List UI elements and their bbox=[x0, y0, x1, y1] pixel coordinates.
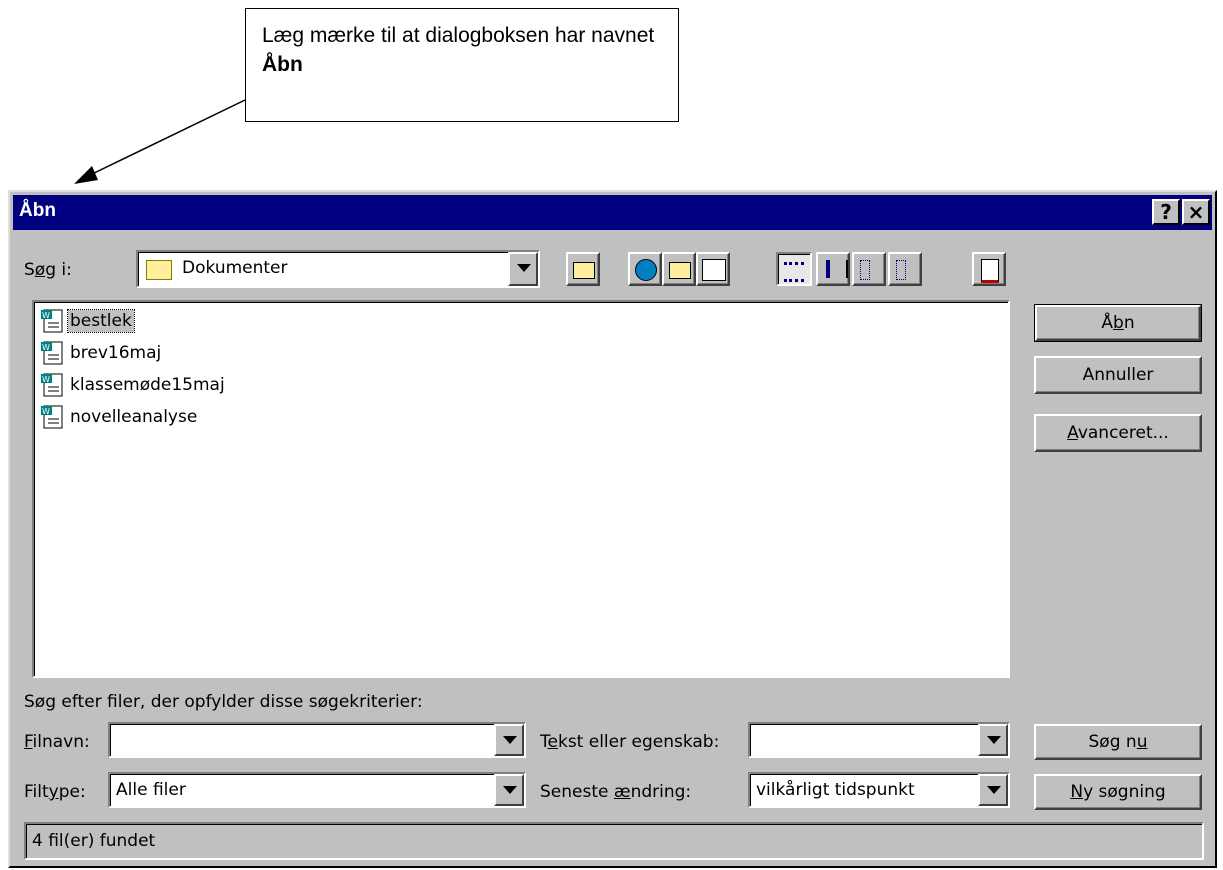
filetype-combobox[interactable]: Alle filer bbox=[108, 772, 526, 808]
status-text: 4 fil(er) fundet bbox=[32, 831, 156, 851]
status-bar: 4 fil(er) fundet bbox=[24, 822, 1204, 860]
new-search-button[interactable]: Ny søgning bbox=[1034, 774, 1202, 810]
filename-combobox[interactable] bbox=[108, 722, 526, 758]
last-modified-dropdown-button[interactable] bbox=[978, 774, 1008, 806]
commands-and-settings-icon[interactable] bbox=[972, 252, 1006, 286]
callout-bold-word: Åbn bbox=[262, 53, 303, 76]
favorites-icon[interactable] bbox=[662, 252, 696, 286]
filetype-value: Alle filer bbox=[116, 780, 186, 800]
open-button-face: Åbn bbox=[1035, 305, 1201, 341]
list-item[interactable]: W klassemøde15maj bbox=[40, 370, 227, 400]
look-in-value: Dokumenter bbox=[182, 258, 288, 278]
svg-text:W: W bbox=[42, 407, 50, 416]
svg-text:W: W bbox=[42, 343, 50, 352]
filename-dropdown-button[interactable] bbox=[494, 724, 524, 756]
preview-view-icon[interactable] bbox=[888, 252, 922, 286]
callout-text: Læg mærke til at dialogboksen har navnet bbox=[262, 24, 655, 47]
cancel-button[interactable]: Annuller bbox=[1034, 356, 1202, 394]
file-name: brev16maj bbox=[70, 343, 162, 363]
word-document-icon: W bbox=[40, 404, 66, 430]
svg-text:W: W bbox=[42, 311, 50, 320]
dialog-title: Åbn bbox=[19, 200, 56, 221]
text-property-dropdown-button[interactable] bbox=[978, 724, 1008, 756]
last-modified-combobox[interactable]: vilkårligt tidspunkt bbox=[748, 772, 1010, 808]
file-list[interactable]: W bestlek W brev16maj W klassemøde15maj … bbox=[32, 300, 1010, 678]
word-document-icon: W bbox=[40, 340, 66, 366]
folder-icon bbox=[146, 260, 172, 280]
up-one-level-icon[interactable] bbox=[566, 252, 600, 286]
word-document-icon: W bbox=[40, 308, 66, 334]
last-modified-label: Seneste ændring: bbox=[540, 782, 692, 802]
open-dialog: Åbn ? × Søg i: Dokumenter W bestlek W br… bbox=[8, 190, 1217, 868]
search-web-icon[interactable] bbox=[628, 252, 662, 286]
list-item[interactable]: W brev16maj bbox=[40, 338, 163, 368]
file-name: bestlek bbox=[67, 309, 135, 333]
look-in-label: Søg i: bbox=[24, 260, 72, 280]
look-in-dropdown-button[interactable] bbox=[508, 252, 538, 286]
look-in-combobox[interactable]: Dokumenter bbox=[136, 250, 540, 288]
add-to-favorites-icon[interactable] bbox=[696, 252, 730, 286]
filetype-label: Filtype: bbox=[24, 782, 86, 802]
search-now-button[interactable]: Søg nu bbox=[1034, 724, 1202, 760]
open-button[interactable]: Åbn bbox=[1034, 304, 1202, 342]
last-modified-value: vilkårligt tidspunkt bbox=[756, 780, 915, 800]
help-button[interactable]: ? bbox=[1152, 199, 1180, 225]
details-view-icon[interactable] bbox=[816, 252, 850, 286]
file-name: novelleanalyse bbox=[70, 407, 198, 427]
criteria-heading: Søg efter filer, der opfylder disse søge… bbox=[24, 692, 423, 712]
advanced-button[interactable]: Avanceret... bbox=[1034, 414, 1202, 452]
list-view-icon[interactable] bbox=[776, 252, 812, 286]
file-name: klassemøde15maj bbox=[70, 375, 225, 395]
filename-label: Filnavn: bbox=[24, 732, 90, 752]
filetype-dropdown-button[interactable] bbox=[494, 774, 524, 806]
text-property-label: Tekst eller egenskab: bbox=[540, 732, 720, 752]
list-item[interactable]: W bestlek bbox=[40, 306, 135, 336]
list-item[interactable]: W novelleanalyse bbox=[40, 402, 199, 432]
svg-text:W: W bbox=[42, 375, 50, 384]
title-bar[interactable]: Åbn ? × bbox=[13, 195, 1212, 230]
close-button[interactable]: × bbox=[1182, 199, 1210, 225]
callout-note: Læg mærke til at dialogboksen har navnet… bbox=[245, 8, 679, 122]
word-document-icon: W bbox=[40, 372, 66, 398]
properties-view-icon[interactable] bbox=[852, 252, 886, 286]
text-property-combobox[interactable] bbox=[748, 722, 1010, 758]
